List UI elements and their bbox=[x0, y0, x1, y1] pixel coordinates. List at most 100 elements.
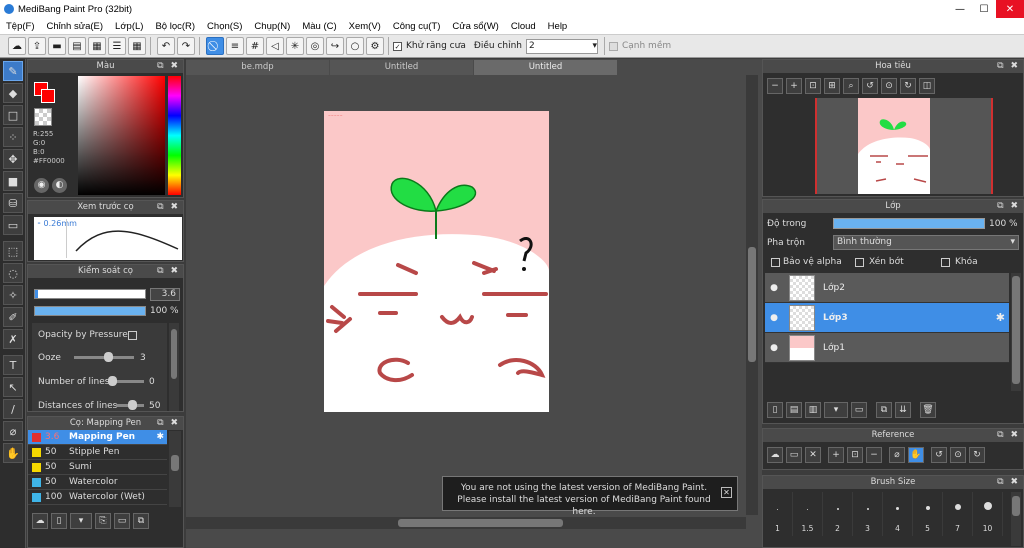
rotate-reset-icon[interactable]: ⊙ bbox=[881, 78, 897, 94]
eye-icon[interactable]: ● bbox=[765, 313, 783, 323]
update-notice[interactable]: You are not using the latest version of … bbox=[442, 476, 738, 517]
grid-icon[interactable]: ▦ bbox=[128, 37, 146, 55]
hue-slider[interactable] bbox=[168, 76, 181, 195]
select-pen-icon[interactable]: ✐ bbox=[3, 307, 23, 327]
list-icon[interactable]: ☰ bbox=[108, 37, 126, 55]
distance-slider[interactable] bbox=[116, 400, 144, 410]
layer-row-lop2[interactable]: ● Lớp2 bbox=[765, 273, 1009, 303]
brush-size-1[interactable]: 1 bbox=[763, 492, 793, 536]
brush-size-3[interactable]: 3 bbox=[853, 492, 883, 536]
page-icon[interactable]: ▦ bbox=[88, 37, 106, 55]
rotate-left-icon[interactable]: ↺ bbox=[931, 447, 947, 463]
flip-icon[interactable]: ◫ bbox=[919, 78, 935, 94]
brush-size-field[interactable]: 3.6 bbox=[150, 288, 180, 301]
panel-buttons-icon[interactable]: ⧉ ✖ bbox=[157, 60, 180, 73]
magic-wand-icon[interactable]: ✧ bbox=[3, 285, 23, 305]
copy-icon[interactable]: ⧉ bbox=[133, 513, 149, 529]
drawing-canvas[interactable]: ~~~~~ bbox=[324, 111, 549, 412]
no-snap-icon[interactable]: ⃠ bbox=[206, 37, 224, 55]
saturation-value-picker[interactable] bbox=[78, 76, 165, 195]
menu-layer[interactable]: Lớp(L) bbox=[109, 21, 149, 32]
hand-tool-icon[interactable]: ✋ bbox=[3, 443, 23, 463]
new-halftone-layer-icon[interactable]: ▤ bbox=[786, 402, 802, 418]
bucket-tool-icon[interactable]: ⛁ bbox=[3, 193, 23, 213]
actual-size-icon[interactable]: ⊞ bbox=[824, 78, 840, 94]
snap-settings-icon[interactable]: ⚙ bbox=[366, 37, 384, 55]
eraser-tool-icon[interactable]: ◆ bbox=[3, 83, 23, 103]
eye-icon[interactable]: ● bbox=[765, 283, 783, 293]
close-notice-icon[interactable]: ✕ bbox=[721, 487, 732, 498]
folder-icon[interactable]: ▭ bbox=[114, 513, 130, 529]
open-folder-icon[interactable]: ▭ bbox=[786, 447, 802, 463]
canvas-hscroll[interactable] bbox=[186, 517, 746, 529]
brush-item-watercolor-wet[interactable]: 100 Watercolor (Wet) bbox=[28, 490, 167, 505]
zoom-icon[interactable]: ⌕ bbox=[843, 78, 859, 94]
brush-list-scrollbar[interactable] bbox=[169, 431, 181, 507]
maximize-icon[interactable]: ☐ bbox=[972, 0, 996, 18]
menu-filter[interactable]: Bộ lọc(R) bbox=[149, 21, 201, 32]
menu-view[interactable]: Xem(V) bbox=[343, 21, 387, 32]
cloud-icon[interactable]: ☁ bbox=[8, 37, 26, 55]
dot-tool-icon[interactable]: ⁘ bbox=[3, 127, 23, 147]
move-tool-icon[interactable]: ✥ bbox=[3, 149, 23, 169]
brush-size-scrollbar[interactable] bbox=[1011, 492, 1021, 546]
soft-edge-checkbox[interactable] bbox=[608, 41, 618, 51]
brush-size-1-5[interactable]: 1.5 bbox=[793, 492, 823, 536]
fit-icon[interactable]: ⊡ bbox=[847, 447, 863, 463]
panel-buttons-icon[interactable]: ⧉ ✖ bbox=[997, 200, 1020, 213]
comment-icon[interactable]: ▬ bbox=[48, 37, 66, 55]
delete-layer-icon[interactable]: 🗑 bbox=[920, 402, 936, 418]
new-8bit-layer-icon[interactable]: ▥ bbox=[805, 402, 821, 418]
close-icon[interactable]: ✕ bbox=[996, 0, 1024, 18]
protect-alpha-checkbox[interactable] bbox=[771, 258, 780, 267]
zoom-out-icon[interactable]: − bbox=[866, 447, 882, 463]
radial-snap-icon[interactable]: ✳ bbox=[286, 37, 304, 55]
add-brush-icon[interactable]: ▾ bbox=[70, 513, 92, 529]
brush-item-stipple-pen[interactable]: 50 Stipple Pen bbox=[28, 445, 167, 460]
cloud-brush-icon[interactable]: ☁ bbox=[32, 513, 48, 529]
eyedropper-icon[interactable]: ⌀ bbox=[889, 447, 905, 463]
background-color-swatch[interactable] bbox=[41, 89, 55, 103]
layer-row-lop1[interactable]: ● Lớp1 bbox=[765, 333, 1009, 363]
transparent-swatch[interactable] bbox=[34, 108, 52, 126]
menu-capture[interactable]: Chụp(N) bbox=[248, 21, 296, 32]
duplicate-brush-icon[interactable]: ⎘ bbox=[95, 513, 111, 529]
undo-icon[interactable]: ↶ bbox=[157, 37, 175, 55]
layer-folder-icon[interactable]: ▭ bbox=[851, 402, 867, 418]
panel-buttons-icon[interactable]: ⧉ ✖ bbox=[997, 60, 1020, 73]
new-layer-icon[interactable]: ▯ bbox=[767, 402, 783, 418]
panel-buttons-icon[interactable]: ⧉ ✖ bbox=[997, 429, 1020, 442]
brush-size-5[interactable]: 5 bbox=[913, 492, 943, 536]
canvas-vscroll[interactable] bbox=[746, 75, 758, 515]
menu-window[interactable]: Cửa sổ(W) bbox=[446, 21, 504, 32]
close-reference-icon[interactable]: ✕ bbox=[805, 447, 821, 463]
menu-edit[interactable]: Chỉnh sửa(E) bbox=[41, 21, 110, 32]
menu-cloud[interactable]: Cloud bbox=[505, 21, 542, 32]
parallel-snap-icon[interactable]: ≡ bbox=[226, 37, 244, 55]
ellipse-snap-icon[interactable]: ○ bbox=[346, 37, 364, 55]
layer-scrollbar[interactable] bbox=[1011, 273, 1021, 391]
brush-item-sumi[interactable]: 50 Sumi bbox=[28, 460, 167, 475]
text-tool-icon[interactable]: T bbox=[3, 355, 23, 375]
brush-control-scrollbar[interactable] bbox=[169, 323, 179, 411]
rotate-left-icon[interactable]: ↺ bbox=[862, 78, 878, 94]
gear-icon[interactable]: ✱ bbox=[996, 311, 1005, 324]
merge-layer-icon[interactable]: ⇊ bbox=[895, 402, 911, 418]
opacity-slider[interactable] bbox=[34, 306, 146, 316]
tab-untitled-2[interactable]: Untitled bbox=[474, 60, 617, 75]
panel-buttons-icon[interactable]: ⧉ ✖ bbox=[157, 201, 180, 214]
zoom-out-icon[interactable]: − bbox=[767, 78, 783, 94]
brush-size-7[interactable]: 7 bbox=[943, 492, 973, 536]
menu-help[interactable]: Help bbox=[542, 21, 574, 32]
correction-select[interactable]: 2 ▾ bbox=[525, 38, 598, 54]
brush-size-2[interactable]: 2 bbox=[823, 492, 853, 536]
grid-snap-icon[interactable]: # bbox=[246, 37, 264, 55]
hand-icon[interactable]: ✋ bbox=[908, 447, 924, 463]
menu-tools[interactable]: Công cụ(T) bbox=[387, 21, 447, 32]
lock-checkbox[interactable] bbox=[941, 258, 950, 267]
navigator-preview[interactable] bbox=[815, 98, 993, 194]
export-icon[interactable]: ⇪ bbox=[28, 37, 46, 55]
palette-icon[interactable]: ◉ bbox=[34, 178, 49, 193]
panel-buttons-icon[interactable]: ⧉ ✖ bbox=[157, 265, 180, 278]
divide-tool-icon[interactable]: / bbox=[3, 399, 23, 419]
